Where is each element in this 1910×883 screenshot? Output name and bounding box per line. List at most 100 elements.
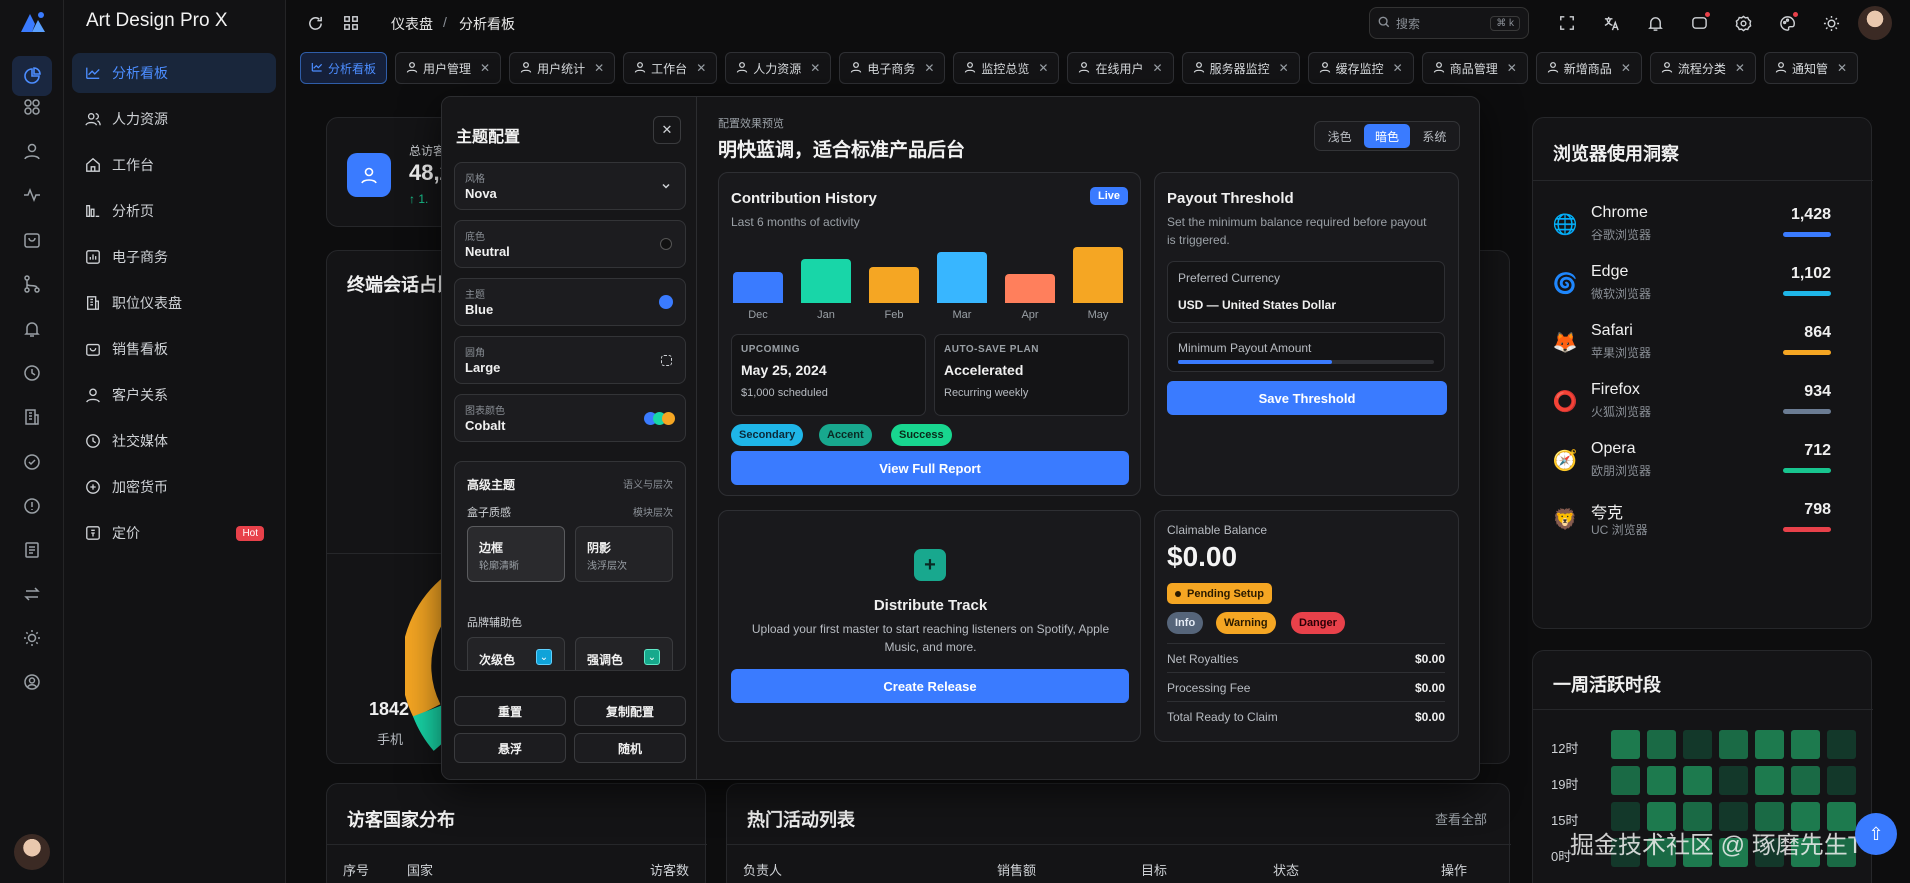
pulse-icon[interactable] bbox=[20, 183, 44, 207]
tab-11[interactable]: 新增商品 ✕ bbox=[1535, 52, 1642, 84]
upcoming-card: UPCOMING May 25, 2024 $1,000 scheduled bbox=[731, 334, 926, 416]
sidebar-item-label: 工作台 bbox=[112, 157, 154, 173]
currency-value: USD — United States Dollar bbox=[1178, 298, 1337, 312]
chart-color-select[interactable]: 图表颜色 Cobalt bbox=[454, 394, 686, 442]
theme-color-select[interactable]: 主题 Blue bbox=[454, 278, 686, 326]
tab-8[interactable]: 服务器监控 ✕ bbox=[1181, 52, 1300, 84]
sidebar-item-4[interactable]: 电子商务 bbox=[72, 237, 276, 277]
tab-2[interactable]: 用户统计 ✕ bbox=[509, 52, 616, 84]
view-full-report-button[interactable]: View Full Report bbox=[731, 451, 1129, 485]
dashboard-icon[interactable] bbox=[12, 56, 52, 96]
settings-icon[interactable] bbox=[1732, 12, 1754, 34]
tab-0[interactable]: 分析看板 bbox=[300, 52, 388, 84]
palette-icon[interactable] bbox=[1776, 12, 1798, 34]
user-avatar[interactable] bbox=[1858, 6, 1892, 40]
theme-sun-icon[interactable] bbox=[1820, 12, 1842, 34]
sun-icon[interactable] bbox=[20, 626, 44, 650]
chart-color-label: 图表颜色 bbox=[465, 406, 505, 417]
chat-icon[interactable] bbox=[1688, 12, 1710, 34]
clock-icon[interactable] bbox=[20, 361, 44, 385]
close-icon[interactable]: ✕ bbox=[696, 61, 706, 75]
bell-icon[interactable] bbox=[20, 317, 44, 341]
check-circle-icon[interactable] bbox=[20, 450, 44, 474]
sidebar-item-5[interactable]: 职位仪表盘 bbox=[72, 283, 276, 323]
close-icon[interactable]: ✕ bbox=[594, 61, 604, 75]
doc-icon[interactable] bbox=[20, 538, 44, 562]
search-input[interactable]: 搜索 ⌘ k bbox=[1369, 7, 1529, 39]
close-icon[interactable]: ✕ bbox=[1837, 61, 1847, 75]
back-to-top-button[interactable]: ⇧ bbox=[1855, 813, 1897, 855]
sidebar-item-7[interactable]: 客户关系 bbox=[72, 375, 276, 415]
fullscreen-icon[interactable] bbox=[1556, 12, 1578, 34]
tab-10[interactable]: 商品管理 ✕ bbox=[1421, 52, 1528, 84]
mode-dark[interactable]: 暗色 bbox=[1364, 124, 1410, 148]
breadcrumb-dashboard[interactable]: 仪表盘 bbox=[391, 14, 433, 34]
base-color-select[interactable]: 底色 Neutral bbox=[454, 220, 686, 268]
mode-light[interactable]: 浅色 bbox=[1317, 124, 1362, 148]
save-threshold-button[interactable]: Save Threshold bbox=[1167, 381, 1447, 415]
heatmap-row: 12时 bbox=[1551, 730, 1856, 760]
close-icon[interactable]: ✕ bbox=[480, 61, 490, 75]
reset-button[interactable]: 重置 bbox=[454, 696, 566, 726]
sidebar-item-3[interactable]: 分析页 bbox=[72, 191, 276, 231]
sidebar-item-9[interactable]: 加密货币 bbox=[72, 467, 276, 507]
tab-6[interactable]: 监控总览 ✕ bbox=[953, 52, 1060, 84]
float-button[interactable]: 悬浮 bbox=[454, 733, 566, 763]
grid-icon[interactable] bbox=[340, 12, 362, 34]
distribute-desc-1: Upload your first master to start reachi… bbox=[751, 622, 1110, 636]
swap-icon[interactable] bbox=[20, 582, 44, 606]
apps-icon[interactable] bbox=[20, 95, 44, 119]
branch-icon[interactable] bbox=[20, 272, 44, 296]
sidebar-item-1[interactable]: 人力资源 bbox=[72, 99, 276, 139]
sidebar-item-8[interactable]: 社交媒体 bbox=[72, 421, 276, 461]
tab-5[interactable]: 电子商务 ✕ bbox=[839, 52, 946, 84]
alert-icon[interactable] bbox=[20, 494, 44, 518]
close-icon[interactable]: ✕ bbox=[1393, 61, 1403, 75]
shop-icon[interactable] bbox=[20, 228, 44, 252]
min-payout-slider[interactable]: Minimum Payout Amount bbox=[1167, 332, 1445, 372]
box-shadow-option[interactable]: 阴影 浅浮层次 bbox=[575, 526, 673, 582]
building-icon[interactable] bbox=[20, 405, 44, 429]
refresh-icon[interactable] bbox=[304, 12, 326, 34]
close-icon[interactable]: ✕ bbox=[1153, 61, 1163, 75]
tab-9[interactable]: 缓存监控 ✕ bbox=[1307, 52, 1414, 84]
close-icon[interactable]: ✕ bbox=[653, 116, 681, 144]
sidebar-item-10[interactable]: 定价 Hot bbox=[72, 513, 276, 553]
sidebar-item-2[interactable]: 工作台 bbox=[72, 145, 276, 185]
sidebar-item-0[interactable]: 分析看板 bbox=[72, 53, 276, 93]
tab-7[interactable]: 在线用户 ✕ bbox=[1067, 52, 1174, 84]
tab-4[interactable]: 人力资源 ✕ bbox=[725, 52, 832, 84]
sidebar-item-label: 社交媒体 bbox=[112, 433, 168, 449]
box-border-option[interactable]: 边框 轮廓清晰 bbox=[467, 526, 565, 582]
close-icon[interactable]: ✕ bbox=[1735, 61, 1745, 75]
heatmap-cell bbox=[1611, 766, 1640, 795]
avatar[interactable] bbox=[14, 834, 50, 870]
currency-select[interactable]: Preferred Currency USD — United States D… bbox=[1167, 261, 1445, 323]
sidebar-item-6[interactable]: 销售看板 bbox=[72, 329, 276, 369]
min-payout-label: Minimum Payout Amount bbox=[1178, 341, 1312, 355]
copy-config-button[interactable]: 复制配置 bbox=[574, 696, 686, 726]
user-icon[interactable] bbox=[20, 139, 44, 163]
user-circle-icon[interactable] bbox=[20, 670, 44, 694]
close-icon[interactable]: ✕ bbox=[1279, 61, 1289, 75]
close-icon[interactable]: ✕ bbox=[1621, 61, 1631, 75]
secondary-color-picker[interactable]: 次级色 ⌄ bbox=[467, 637, 565, 670]
tab-3[interactable]: 工作台 ✕ bbox=[623, 52, 718, 84]
style-select[interactable]: 风格 Nova bbox=[454, 162, 686, 210]
tab-12[interactable]: 流程分类 ✕ bbox=[1649, 52, 1756, 84]
translate-icon[interactable] bbox=[1600, 12, 1622, 34]
create-release-button[interactable]: Create Release bbox=[731, 669, 1129, 703]
plus-icon: + bbox=[914, 549, 946, 581]
accent-color-picker[interactable]: 强调色 ⌄ bbox=[575, 637, 673, 670]
mode-system[interactable]: 系统 bbox=[1412, 124, 1457, 148]
close-icon[interactable]: ✕ bbox=[1507, 61, 1517, 75]
random-button[interactable]: 随机 bbox=[574, 733, 686, 763]
notification-icon[interactable] bbox=[1644, 12, 1666, 34]
close-icon[interactable]: ✕ bbox=[924, 61, 934, 75]
tab-1[interactable]: 用户管理 ✕ bbox=[395, 52, 502, 84]
radius-select[interactable]: 圆角 Large bbox=[454, 336, 686, 384]
close-icon[interactable]: ✕ bbox=[810, 61, 820, 75]
close-icon[interactable]: ✕ bbox=[1038, 61, 1048, 75]
view-all-link[interactable]: 查看全部 bbox=[1435, 809, 1487, 828]
tab-13[interactable]: 通知管 ✕ bbox=[1763, 52, 1859, 84]
